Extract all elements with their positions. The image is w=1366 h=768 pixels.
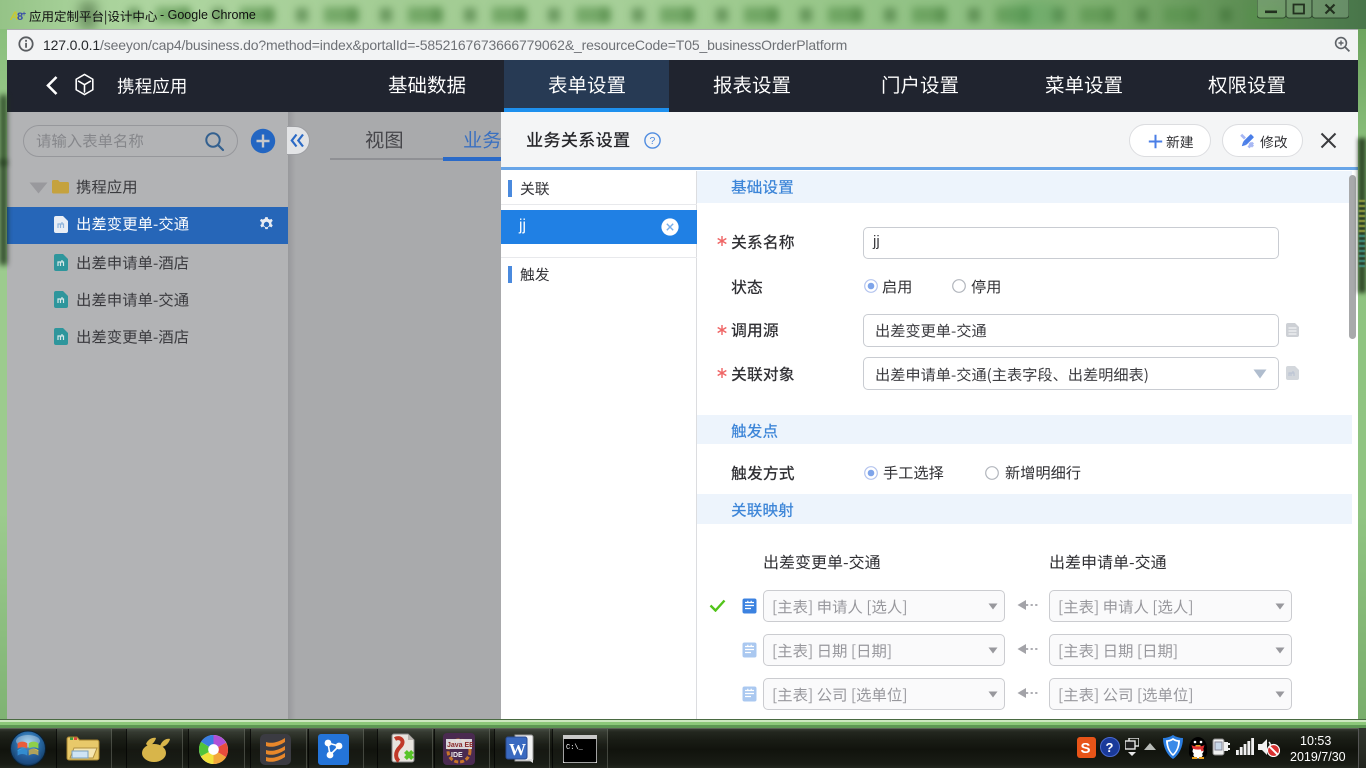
svg-text:S: S [1081, 740, 1091, 757]
svg-text:Java EE: Java EE [447, 742, 474, 749]
svg-text:C:\_: C:\_ [566, 744, 584, 752]
svg-text:+: + [22, 11, 26, 18]
svg-text:?: ? [1106, 740, 1114, 755]
svg-text:?: ? [650, 135, 656, 147]
svg-text:IDE: IDE [451, 752, 463, 759]
svg-text:W: W [509, 740, 526, 759]
